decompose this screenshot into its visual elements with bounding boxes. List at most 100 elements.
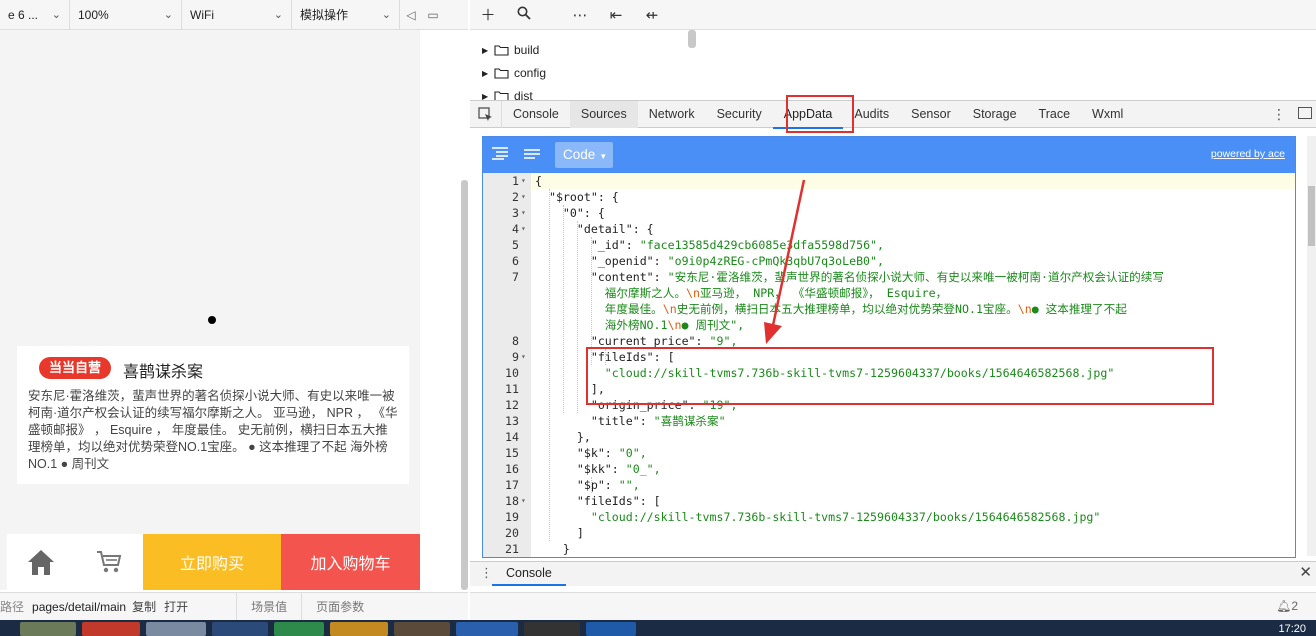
operation-select-label: 模拟操作 <box>300 8 349 22</box>
line-number: 1 <box>512 174 519 188</box>
folder-dist[interactable]: ▶ dist <box>482 87 533 100</box>
mode-select-label: Code <box>563 147 596 162</box>
code-line: 1 ▾ { <box>483 173 1295 189</box>
code-text: "$p": "", <box>535 478 640 492</box>
network-select-label: WiFi <box>190 7 214 22</box>
line-number: 19 <box>505 510 519 524</box>
taskbar-app-word[interactable] <box>586 622 636 636</box>
code-line: 福尔摩斯之人。\n亚马逊， NPR， 《华盛顿邮报》， Esquire， <box>483 285 1295 301</box>
folder-config[interactable]: ▶ config <box>482 64 546 82</box>
taskbar-app-books[interactable] <box>394 622 450 636</box>
powered-by-ace-link[interactable]: powered by ace <box>1211 148 1285 160</box>
code-text: "$kk": "0_", <box>535 462 661 476</box>
more-icon[interactable]: ⋯ <box>562 6 598 24</box>
indent-guide <box>577 221 578 413</box>
tab-trace[interactable]: Trace <box>1028 101 1082 128</box>
taskbar-app-browser[interactable] <box>82 622 140 636</box>
devtools-tab-bar: Console Sources Network Security AppData… <box>470 100 1316 129</box>
code-text: { <box>535 174 542 188</box>
tab-wxml[interactable]: Wxml <box>1081 101 1134 128</box>
page-params-tab[interactable]: 页面参数 <box>301 592 378 621</box>
zoom-select[interactable]: 100% ⌄ <box>70 0 182 30</box>
code-text: 海外榜NO.1\n● 周刊文", <box>535 318 745 332</box>
cart-button[interactable] <box>75 534 143 590</box>
devtools-status-bar: 🔔︎2 <box>470 592 1316 620</box>
code-line: 13 "title": "喜鹊谋杀案" <box>483 413 1295 429</box>
open-path-link[interactable]: 打开 <box>164 598 188 615</box>
fold-arrow-icon[interactable]: ▾ <box>521 189 526 205</box>
editor-toolbar: ＋ ⋯ ⇤ ⇷ <box>470 0 1316 30</box>
fold-arrow-icon[interactable]: ▾ <box>521 493 526 509</box>
chevron-down-icon: ⌄ <box>51 9 61 21</box>
console-drawer: ⋮ Console ✕ <box>470 561 1316 586</box>
buy-now-button[interactable]: 立即购买 <box>143 534 281 590</box>
format-icon[interactable] <box>491 145 509 165</box>
network-select[interactable]: WiFi ⌄ <box>182 0 292 30</box>
code-line: 16 "$kk": "0_", <box>483 461 1295 477</box>
add-icon[interactable]: ＋ <box>470 4 506 25</box>
console-drawer-tab[interactable]: Console <box>492 562 566 586</box>
line-number: 7 <box>512 270 519 284</box>
tab-sources[interactable]: Sources <box>569 100 638 128</box>
line-number: 2 <box>512 190 519 204</box>
expand-arrow-icon: ▶ <box>482 68 489 78</box>
line-number: 15 <box>505 446 519 460</box>
code-text: "_id": "face13585d429cb6085e3dfa5598d756… <box>535 238 885 252</box>
fold-arrow-icon[interactable]: ▾ <box>521 173 526 189</box>
ace-toolbar: Code ▼ powered by ace <box>483 137 1295 173</box>
inspect-element-icon[interactable] <box>470 100 502 128</box>
folder-label: dist <box>514 89 533 100</box>
expand-arrow-icon: ▶ <box>482 45 489 55</box>
outdent-icon[interactable]: ⇤ <box>598 6 634 24</box>
window-icon[interactable]: ▭ <box>422 8 444 22</box>
mode-select[interactable]: Code ▼ <box>555 142 613 168</box>
more-options-icon[interactable]: ⋮ <box>1272 106 1286 123</box>
tab-console[interactable]: Console <box>502 101 570 128</box>
compact-icon[interactable] <box>523 145 541 165</box>
fold-arrow-icon[interactable]: ▾ <box>521 205 526 221</box>
folder-build[interactable]: ▶ build <box>482 41 539 59</box>
operation-select[interactable]: 模拟操作 ⌄ <box>292 0 400 30</box>
add-to-cart-button[interactable]: 加入购物车 <box>281 534 420 590</box>
copy-path-link[interactable]: 复制 <box>132 598 156 615</box>
notification-bell-icon[interactable]: 🔔︎2 <box>1276 599 1298 613</box>
code-text: "content": "安东尼·霍洛维茨，蜚声世界的著名侦探小说大师、有史以来唯… <box>535 270 1164 284</box>
code-scrollbar[interactable] <box>1307 136 1316 556</box>
seller-badge: 当当自营 <box>39 357 111 379</box>
code-scrollbar-thumb[interactable] <box>1308 186 1315 246</box>
fold-arrow-icon[interactable]: ▾ <box>521 349 526 365</box>
cart-icon <box>97 551 122 573</box>
taskbar-app-notes[interactable] <box>146 622 206 636</box>
file-tree-scrollbar[interactable] <box>688 30 696 48</box>
taskbar-app-terminal[interactable] <box>524 622 580 636</box>
code-text: 年度最佳。\n史无前例，横扫日本五大推理榜单，均以绝对优势荣登NO.1宝座。\n… <box>535 302 1127 316</box>
close-icon[interactable]: ✕ <box>1299 563 1312 581</box>
tab-storage[interactable]: Storage <box>962 101 1028 128</box>
taskbar-app-sublime[interactable] <box>330 622 388 636</box>
code-line: 7 "content": "安东尼·霍洛维茨，蜚声世界的著名侦探小说大师、有史以… <box>483 269 1295 285</box>
simulator-toolbar: e 6 ... ⌄ 100% ⌄ WiFi ⌄ 模拟操作 ⌄ ◁ ▭ <box>0 0 468 30</box>
file-tree: ▶ build ▶ config ▶ dist <box>470 30 696 100</box>
search-icon[interactable] <box>506 6 542 24</box>
fold-arrow-icon[interactable]: ▾ <box>521 221 526 237</box>
code-line: 18 ▾ "fileIds": [ <box>483 493 1295 509</box>
line-number: 16 <box>505 462 519 476</box>
phone-simulator: 当当自营 喜鹊谋杀案 安东尼·霍洛维茨，蜚声世界的著名侦探小说大师、有史以来唯一… <box>0 30 420 590</box>
volume-icon[interactable]: ◁ <box>400 8 422 22</box>
taskbar-app-devtools[interactable] <box>274 622 324 636</box>
tab-security[interactable]: Security <box>706 101 773 128</box>
device-select[interactable]: e 6 ... ⌄ <box>0 0 70 30</box>
tab-sensor[interactable]: Sensor <box>900 101 962 128</box>
code-line: 3 ▾ "0": { <box>483 205 1295 221</box>
home-button[interactable] <box>7 534 75 590</box>
bottom-action-bar: 立即购买 加入购物车 <box>7 534 420 590</box>
taskbar-app-explorer[interactable] <box>20 622 76 636</box>
dock-icon[interactable] <box>1298 107 1312 119</box>
taskbar-app-chat[interactable] <box>456 622 518 636</box>
taskbar-app-photoshop[interactable] <box>212 622 268 636</box>
simulator-scrollbar[interactable] <box>461 180 468 590</box>
line-number: 21 <box>505 542 519 556</box>
scene-value-tab[interactable]: 场景值 <box>236 592 301 621</box>
collapse-panel-icon[interactable]: ⇷ <box>634 6 670 24</box>
tab-network[interactable]: Network <box>638 101 706 128</box>
